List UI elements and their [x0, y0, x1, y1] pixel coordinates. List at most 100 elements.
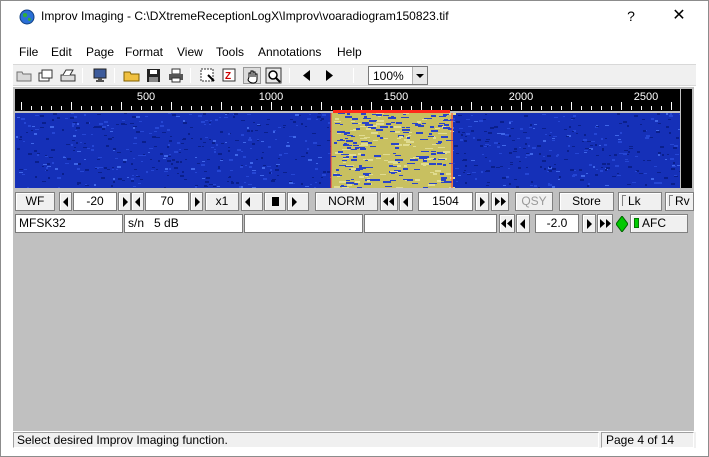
tuning-indicator-icon — [615, 215, 629, 233]
ruler-tick — [281, 106, 282, 110]
double-left-icon — [501, 219, 512, 228]
open-page-icon[interactable] — [15, 67, 33, 84]
ruler-tick — [21, 102, 22, 110]
checkbox-icon — [622, 195, 626, 206]
offset-down-button[interactable] — [516, 214, 530, 233]
waterfall-display[interactable] — [15, 113, 680, 188]
ruler-tick — [261, 106, 262, 110]
freq-fast-up-button[interactable] — [491, 192, 509, 211]
freq-fast-down-button[interactable] — [380, 192, 398, 211]
help-button[interactable]: ? — [616, 5, 646, 27]
offset-up-button[interactable] — [582, 214, 596, 233]
chevron-down-icon[interactable] — [412, 67, 427, 84]
toolbar: Z 100% — [13, 64, 696, 86]
range-field[interactable]: 70 — [145, 192, 189, 211]
bandwidth-button[interactable]: NORM — [315, 192, 378, 211]
menu-view[interactable]: View — [176, 45, 204, 59]
play-button[interactable] — [287, 192, 309, 211]
ruler-tick — [271, 102, 272, 110]
ruler-tick — [551, 106, 552, 110]
stop-icon — [271, 197, 279, 206]
ruler-label: 2500 — [633, 91, 659, 103]
hand-pan-icon[interactable] — [243, 67, 261, 84]
offset-fast-down-button[interactable] — [499, 214, 515, 233]
frequency-ruler[interactable]: 500 1000 1500 2000 2500 — [15, 89, 682, 114]
qsy-button[interactable]: QSY — [515, 192, 553, 211]
status-message: Select desired Improv Imaging function. — [13, 432, 599, 448]
ruler-tick — [81, 106, 82, 110]
signal-to-noise-field: s/n 5 dB — [124, 214, 243, 233]
ruler-tick — [461, 106, 462, 110]
ruler-tick — [171, 102, 172, 110]
freq-up-button[interactable] — [475, 192, 489, 211]
open-folder-icon[interactable] — [123, 67, 141, 84]
next-page-icon[interactable] — [320, 67, 338, 84]
decoder-mode-field[interactable]: MFSK32 — [15, 214, 123, 233]
stop-button[interactable] — [264, 192, 286, 211]
offset-field[interactable]: -2.0 — [535, 214, 579, 233]
zoom-select[interactable]: 100% — [368, 66, 428, 85]
zoom-fit-icon[interactable] — [265, 67, 283, 84]
monitor-icon[interactable] — [91, 67, 109, 84]
page-indicator: Page 4 of 14 — [601, 432, 694, 448]
menu-help[interactable]: Help — [336, 45, 363, 59]
reverse-toggle[interactable]: Rv — [665, 192, 694, 211]
ruler-tick — [41, 106, 42, 110]
afc-toggle[interactable]: AFC — [630, 214, 688, 233]
close-button[interactable]: ✕ — [661, 5, 697, 27]
speed-button[interactable]: x1 — [205, 192, 239, 211]
toolbar-separator — [114, 68, 115, 83]
menu-annotations[interactable]: Annotations — [257, 45, 322, 59]
sn-label: s/n — [128, 216, 145, 230]
ruler-tick — [121, 102, 122, 110]
ruler-tick — [591, 106, 592, 110]
ruler-tick — [251, 106, 252, 110]
print-icon[interactable] — [167, 67, 185, 84]
ruler-tick — [101, 106, 102, 110]
rewind-button[interactable] — [241, 192, 263, 211]
info-field-1 — [244, 214, 363, 233]
lock-label: Lk — [628, 194, 641, 208]
ruler-tick — [61, 106, 62, 110]
ruler-tick — [451, 106, 452, 110]
ruler-tick — [141, 106, 142, 110]
menu-page[interactable]: Page — [85, 45, 115, 59]
store-button[interactable]: Store — [559, 192, 614, 211]
scanner-icon[interactable] — [59, 67, 77, 84]
select-icon[interactable] — [199, 67, 217, 84]
signal-trace — [331, 113, 453, 188]
mode-button[interactable]: WF — [15, 192, 55, 211]
ruler-tick — [321, 102, 322, 110]
app-window: Improv Imaging - C:\DXtremeReceptionLogX… — [0, 0, 709, 457]
menu-edit[interactable]: Edit — [50, 45, 73, 59]
ref-level-field[interactable]: -20 — [73, 192, 117, 211]
zoom-area-icon[interactable]: Z — [221, 67, 239, 84]
ruler-tick — [651, 106, 652, 110]
range-up-button[interactable] — [190, 192, 203, 211]
ref-level-up-button[interactable] — [118, 192, 131, 211]
ruler-tick — [301, 106, 302, 110]
pages-icon[interactable] — [37, 67, 55, 84]
frequency-field[interactable]: 1504 — [418, 192, 473, 211]
afc-indicator-icon — [634, 218, 639, 228]
ruler-tick — [211, 106, 212, 110]
freq-down-button[interactable] — [399, 192, 413, 211]
ruler-tick — [631, 106, 632, 110]
previous-page-icon[interactable] — [298, 67, 316, 84]
menu-tools[interactable]: Tools — [215, 45, 245, 59]
save-icon[interactable] — [145, 67, 163, 84]
ruler-tick — [561, 106, 562, 110]
ruler-tick — [661, 106, 662, 110]
ruler-tick — [71, 102, 72, 110]
toolbar-separator — [289, 68, 290, 83]
ref-level-down-button[interactable] — [59, 192, 72, 211]
ruler-tick — [201, 106, 202, 110]
lock-toggle[interactable]: Lk — [618, 192, 662, 211]
menu-format[interactable]: Format — [124, 45, 164, 59]
range-down-button[interactable] — [131, 192, 144, 211]
offset-fast-up-button[interactable] — [597, 214, 613, 233]
ruler-tick — [481, 106, 482, 110]
ruler-tick — [311, 106, 312, 110]
ruler-tick — [671, 102, 672, 110]
menu-file[interactable]: File — [18, 45, 39, 59]
